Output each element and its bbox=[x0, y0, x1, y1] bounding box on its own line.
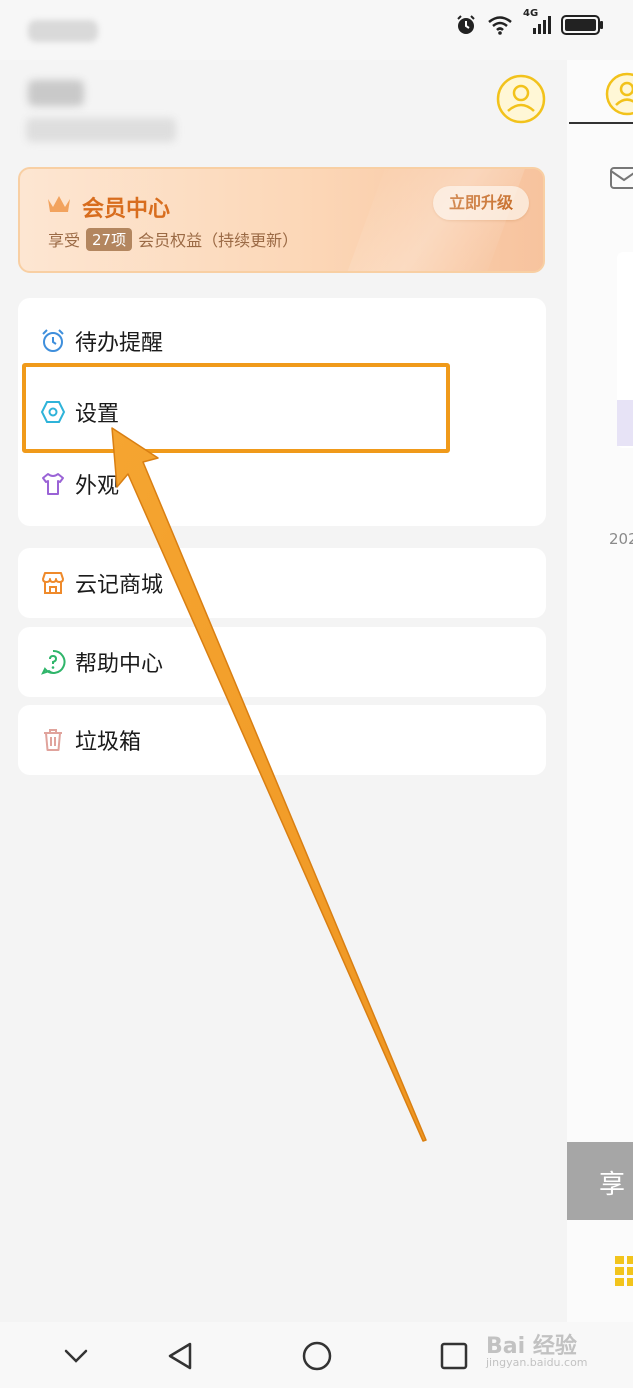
cellular-signal: 4G bbox=[523, 8, 551, 36]
chevron-down-icon bbox=[64, 1349, 88, 1363]
tab-underline bbox=[569, 122, 633, 124]
menu-item-label: 待办提醒 bbox=[75, 331, 164, 356]
promo-banner-text: 享 bbox=[599, 1170, 626, 1200]
nav-back-button[interactable] bbox=[160, 1336, 200, 1376]
menu-card-help: 帮助中心 bbox=[18, 627, 546, 697]
nav-recents-button[interactable] bbox=[434, 1336, 474, 1376]
avatar bbox=[605, 72, 633, 116]
profile-name-blurred bbox=[28, 80, 84, 106]
status-icons: 4G bbox=[455, 8, 605, 36]
upgrade-button[interactable]: 立即升级 bbox=[432, 186, 529, 220]
battery-icon bbox=[561, 15, 603, 35]
menu-card-mall: 云记商城 bbox=[18, 548, 546, 618]
status-time-blurred bbox=[28, 20, 98, 42]
vip-desc-suffix: 会员权益（持续更新） bbox=[138, 231, 299, 250]
help-icon bbox=[40, 649, 66, 675]
menu-item-mall[interactable]: 云记商城 bbox=[18, 552, 546, 614]
store-icon bbox=[40, 570, 66, 596]
nav-hide-button[interactable] bbox=[56, 1336, 96, 1376]
menu-item-label: 外观 bbox=[75, 474, 120, 499]
menu-item-trash[interactable]: 垃圾箱 bbox=[18, 709, 546, 771]
vip-title: 会员中心 bbox=[82, 197, 171, 222]
back-triangle-icon bbox=[168, 1342, 192, 1370]
wifi-icon bbox=[488, 16, 512, 35]
vip-description: 享受 27项 会员权益（持续更新） bbox=[48, 227, 298, 251]
grid-icon bbox=[615, 1256, 633, 1286]
note-card-image-peek bbox=[617, 400, 633, 446]
menu-item-label: 垃圾箱 bbox=[75, 730, 142, 755]
vip-desc-prefix: 享受 bbox=[48, 231, 81, 250]
alarm-clock-icon bbox=[40, 328, 66, 354]
date-text-peek: 202 bbox=[609, 530, 633, 548]
signal-bars-icon bbox=[533, 16, 551, 34]
vip-center-card[interactable]: 会员中心 享受 27项 会员权益（持续更新） 立即升级 bbox=[18, 167, 545, 273]
menu-item-appearance[interactable]: 外观 bbox=[18, 453, 546, 515]
profile-subtitle-blurred bbox=[26, 118, 176, 142]
alarm-status-icon bbox=[457, 15, 475, 34]
recents-square-icon bbox=[440, 1342, 468, 1370]
mail-icon bbox=[610, 167, 633, 189]
promo-banner-peek: 享 bbox=[567, 1142, 633, 1220]
home-circle-icon bbox=[302, 1341, 332, 1371]
watermark-line2: jingyan.baidu.com bbox=[486, 1356, 588, 1369]
menu-item-help[interactable]: 帮助中心 bbox=[18, 631, 546, 693]
trash-icon bbox=[40, 727, 66, 753]
avatar[interactable] bbox=[496, 74, 546, 124]
status-bar: 4G bbox=[0, 0, 633, 60]
highlight-box bbox=[22, 363, 450, 453]
nav-home-button[interactable] bbox=[297, 1336, 337, 1376]
vip-benefit-count-badge: 27项 bbox=[86, 227, 133, 251]
menu-item-label: 云记商城 bbox=[75, 573, 164, 598]
background-page-peek: 202 享 bbox=[567, 60, 633, 1322]
shirt-icon bbox=[40, 471, 66, 497]
watermark: Bai 经验 jingyan.baidu.com bbox=[486, 1326, 626, 1378]
menu-item-label: 帮助中心 bbox=[75, 652, 164, 677]
side-drawer: 会员中心 享受 27项 会员权益（持续更新） 立即升级 待办提醒 设置 外观 云… bbox=[0, 60, 567, 1322]
crown-icon bbox=[48, 196, 70, 212]
menu-card-trash: 垃圾箱 bbox=[18, 705, 546, 775]
